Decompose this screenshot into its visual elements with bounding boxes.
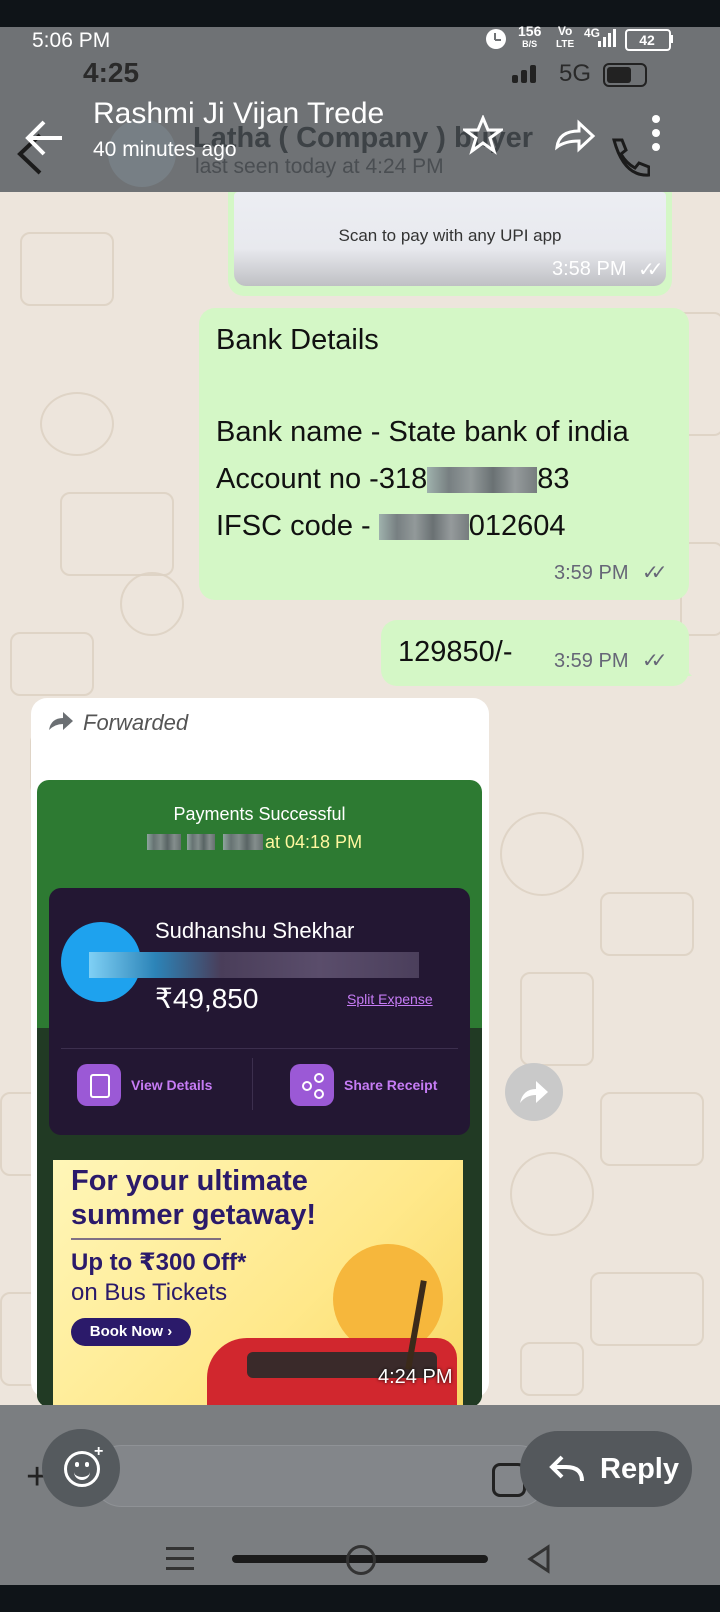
split-expense-link[interactable]: Split Expense [347, 991, 433, 1007]
view-details-button[interactable]: View Details [131, 1077, 212, 1093]
account-redacted [427, 467, 538, 494]
account-prefix: Account no -318 [216, 463, 428, 495]
reply-label: Reply [600, 1453, 679, 1485]
status-time: 5:06 PM [32, 29, 111, 52]
payment-screenshot[interactable]: Payments Successful at 04:18 PM Sudhansh… [37, 780, 482, 1407]
amount-text: 129850/- [398, 636, 513, 668]
net-speed-value: 156 [518, 23, 542, 39]
signal-icon [598, 29, 620, 47]
chat-header: 5:06 PM 156 B/S Vo LTE 4G 42 4:25 5G Lat… [0, 23, 720, 192]
payee-name: Sudhanshu Shekhar [155, 918, 355, 943]
payment-date-redacted [147, 834, 267, 852]
bank-title: Bank Details [216, 324, 379, 356]
home-icon[interactable] [346, 1545, 376, 1575]
payment-amount: ₹49,850 [155, 983, 259, 1014]
plus-badge: + [94, 1443, 104, 1460]
amount-bubble[interactable]: 129850/- 3:59 PM ✓✓ [381, 620, 689, 686]
navigation-bar [0, 1535, 720, 1585]
bottom-strip [0, 1585, 720, 1612]
composer-bar: + + Reply [0, 1405, 720, 1535]
card-divider [61, 1048, 458, 1049]
star-icon[interactable] [463, 115, 503, 155]
ad-headline: For your ultimate summer getaway! [71, 1164, 316, 1232]
bank-time: 3:59 PM [554, 562, 629, 584]
ifsc-code: IFSC code - 012604 [216, 510, 566, 543]
battery-icon: 42 [625, 29, 671, 51]
qr-read-ticks-icon: ✓✓ [638, 259, 663, 281]
amount-time: 3:59 PM [554, 650, 629, 672]
ad-offer-line1: Up to ₹300 Off* [71, 1249, 247, 1276]
contact-name[interactable]: Rashmi Ji Vijan Trede [93, 97, 384, 131]
nav-back-icon[interactable] [526, 1544, 552, 1574]
share-forward-button[interactable] [505, 1063, 563, 1121]
ad-offer-line2: on Bus Tickets [71, 1279, 228, 1306]
share-receipt-button[interactable]: Share Receipt [344, 1077, 437, 1093]
ad-headline-line2: summer getaway! [71, 1199, 316, 1231]
share-receipt-icon[interactable] [290, 1064, 334, 1106]
top-strip [0, 0, 720, 27]
card-vdivider [252, 1058, 253, 1110]
bus-ticket-ad[interactable]: For your ultimate summer getaway! Up to … [53, 1160, 463, 1407]
bubble-tail [680, 664, 692, 676]
account-number: Account no -318 83 [216, 463, 569, 496]
volte-top: Vo [557, 24, 573, 38]
ifsc-suffix: 012604 [468, 510, 566, 542]
qr-time: 3:58 PM [552, 258, 627, 280]
qr-caption: Scan to pay with any UPI app [338, 226, 562, 245]
battery-level: 42 [639, 32, 655, 48]
ad-divider [71, 1238, 221, 1240]
ifsc-prefix: IFSC code - [216, 510, 379, 542]
last-seen: 40 minutes ago [93, 138, 237, 161]
payment-time: at 04:18 PM [265, 832, 363, 852]
underlay-call-icon [612, 138, 650, 177]
inner-network: 5G [559, 60, 592, 87]
more-menu-icon[interactable] [651, 115, 661, 161]
inner-battery-icon [603, 63, 647, 87]
inner-status-time: 4:25 [83, 57, 140, 88]
recent-apps-icon[interactable] [166, 1545, 194, 1573]
net-speed-unit: B/S [522, 39, 538, 49]
forward-icon[interactable] [553, 117, 599, 155]
forwarded-time: 4:24 PM [378, 1366, 453, 1388]
bank-read-ticks-icon: ✓✓ [642, 562, 667, 584]
ad-offer: Up to ₹300 Off* on Bus Tickets [71, 1248, 246, 1308]
back-arrow-icon[interactable] [22, 115, 68, 161]
inner-signal-icon [512, 63, 542, 83]
ifsc-redacted [378, 514, 469, 541]
payee-redacted [89, 952, 419, 978]
book-now-button[interactable]: Book Now › [71, 1318, 191, 1346]
reply-icon [549, 1455, 584, 1482]
qr-message-bubble[interactable]: Scan to pay with any UPI app 3:58 PM ✓✓ [228, 192, 672, 296]
emoji-sticker-button[interactable]: + [42, 1429, 120, 1507]
forwarded-icon [49, 712, 73, 730]
amount-read-ticks-icon: ✓✓ [642, 650, 667, 672]
ad-headline-line1: For your ultimate [71, 1165, 308, 1197]
forwarded-label: Forwarded [83, 710, 189, 735]
battery-tip [670, 35, 673, 43]
reply-button[interactable]: Reply [520, 1431, 692, 1507]
bank-details-bubble[interactable]: Bank Details Bank name - State bank of i… [199, 308, 689, 600]
account-suffix: 83 [537, 463, 570, 495]
share-arrow-icon [520, 1081, 548, 1103]
payment-title: Payments Successful [173, 804, 346, 824]
bank-name: Bank name - State bank of india [216, 416, 629, 448]
payment-details-card: Sudhanshu Shekhar ₹49,850 Split Expense … [49, 888, 470, 1135]
view-details-icon[interactable] [77, 1064, 121, 1106]
alarm-icon [486, 29, 506, 49]
volte-bottom: LTE [556, 39, 575, 50]
message-input[interactable] [92, 1445, 548, 1507]
